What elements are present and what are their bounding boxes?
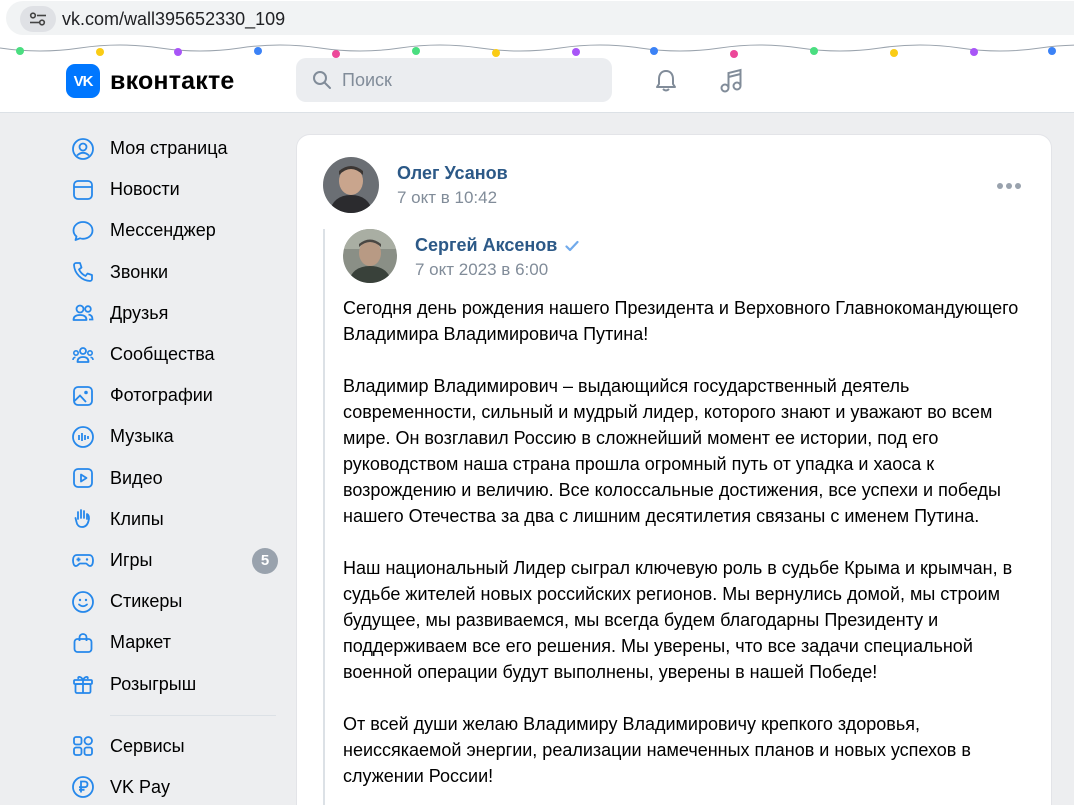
music-bars-icon (70, 424, 96, 450)
sidebar-item-games[interactable]: Игры 5 (60, 540, 280, 581)
sidebar-item-photos[interactable]: Фотографии (60, 375, 280, 416)
sidebar-item-label: Звонки (110, 261, 169, 282)
left-sidebar: Моя страница Новости Мессенджер Звонки Д… (60, 128, 280, 805)
search-input[interactable] (342, 69, 582, 91)
sidebar-item-label: Маркет (110, 632, 171, 653)
vk-logo-mark: VK (66, 64, 100, 98)
photo-icon (70, 383, 96, 409)
sidebar-item-label: Сервисы (110, 735, 185, 756)
search-icon (313, 71, 331, 89)
sidebar-item-label: Новости (110, 179, 180, 200)
sidebar-item-label: Игры (110, 549, 153, 570)
sidebar-item-market[interactable]: Маркет (60, 622, 280, 663)
sidebar-item-label: Стикеры (110, 591, 183, 612)
post-author-name[interactable]: Олег Усанов (397, 163, 508, 184)
post-paragraph: От всей души желаю Владимиру Владимирови… (343, 714, 971, 786)
games-count-badge: 5 (252, 547, 278, 574)
friends-icon (70, 300, 96, 326)
repost-author-name[interactable]: Сергей Аксенов (415, 235, 557, 256)
sidebar-item-clips[interactable]: Клипы (60, 499, 280, 540)
repost-date[interactable]: 7 окт 2023 в 6:00 (415, 260, 548, 280)
sidebar-item-services[interactable]: Сервисы (60, 726, 280, 767)
sidebar-item-communities[interactable]: Сообщества (60, 334, 280, 375)
author-avatar[interactable] (323, 157, 379, 213)
user-circle-icon (70, 136, 96, 162)
gift-icon (70, 671, 96, 697)
sidebar-item-label: Клипы (110, 508, 164, 529)
clips-icon (70, 506, 96, 532)
message-bubble-icon (70, 218, 96, 244)
video-icon (70, 465, 96, 491)
sidebar-item-label: Видео (110, 467, 163, 488)
phone-icon (70, 259, 96, 285)
vk-logo[interactable]: VK вконтакте (66, 64, 235, 98)
music-note-icon[interactable] (715, 65, 747, 97)
sidebar-item-giveaway[interactable]: Розыгрыш (60, 663, 280, 704)
sidebar-item-messenger[interactable]: Мессенджер (60, 210, 280, 251)
more-options-icon[interactable] (997, 183, 1021, 189)
sidebar-item-video[interactable]: Видео (60, 458, 280, 499)
smile-icon (70, 589, 96, 615)
notifications-bell-icon[interactable] (650, 65, 682, 97)
sidebar-item-label: VK Pay (110, 776, 171, 797)
sidebar-item-label: Мессенджер (110, 220, 216, 241)
sidebar-divider (110, 714, 276, 716)
post-paragraph: Наш национальный Лидер сыграл ключевую р… (343, 558, 1013, 682)
newsfeed-icon (70, 177, 96, 203)
sidebar-item-my-page[interactable]: Моя страница (60, 128, 280, 169)
sidebar-item-news[interactable]: Новости (60, 169, 280, 210)
url-field[interactable]: vk.com/wall395652330_109 (6, 1, 1074, 35)
sidebar-item-label: Сообщества (110, 344, 215, 365)
services-grid-icon (70, 733, 96, 759)
ruble-icon (70, 774, 96, 800)
sidebar-item-calls[interactable]: Звонки (60, 252, 280, 293)
sidebar-item-label: Моя страница (110, 138, 228, 159)
shopping-bag-icon (70, 630, 96, 656)
repost-border (323, 229, 325, 805)
repost-author-avatar[interactable] (343, 229, 397, 283)
url-text[interactable]: vk.com/wall395652330_109 (62, 9, 285, 30)
post-body: Сегодня день рождения нашего Президента … (343, 295, 1043, 805)
verified-check-icon (565, 240, 579, 251)
sidebar-item-label: Розыгрыш (110, 673, 197, 694)
communities-icon (70, 342, 96, 368)
repost-author-row: Сергей Аксенов (415, 235, 579, 256)
post-paragraph: Сегодня день рождения нашего Президента … (343, 298, 1019, 344)
sidebar-item-friends[interactable]: Друзья (60, 293, 280, 334)
vk-logo-text: вконтакте (110, 66, 235, 95)
sidebar-item-label: Фотографии (110, 385, 213, 406)
site-settings-icon[interactable] (20, 6, 56, 32)
sidebar-item-vk-pay[interactable]: VK Pay (60, 767, 280, 805)
browser-address-bar: vk.com/wall395652330_109 (0, 0, 1074, 38)
sidebar-item-stickers[interactable]: Стикеры (60, 581, 280, 622)
post-date[interactable]: 7 окт в 10:42 (397, 188, 497, 208)
sidebar-item-label: Друзья (110, 302, 169, 323)
post-paragraph: Владимир Владимирович – выдающийся госуд… (343, 376, 1001, 526)
sidebar-item-music[interactable]: Музыка (60, 416, 280, 457)
gamepad-icon (70, 547, 96, 573)
search-box[interactable] (296, 58, 612, 102)
sidebar-item-label: Музыка (110, 426, 174, 447)
vk-header: VK вконтакте (0, 38, 1074, 113)
wall-post: Олег Усанов 7 окт в 10:42 Сергей Аксенов… (296, 134, 1052, 805)
